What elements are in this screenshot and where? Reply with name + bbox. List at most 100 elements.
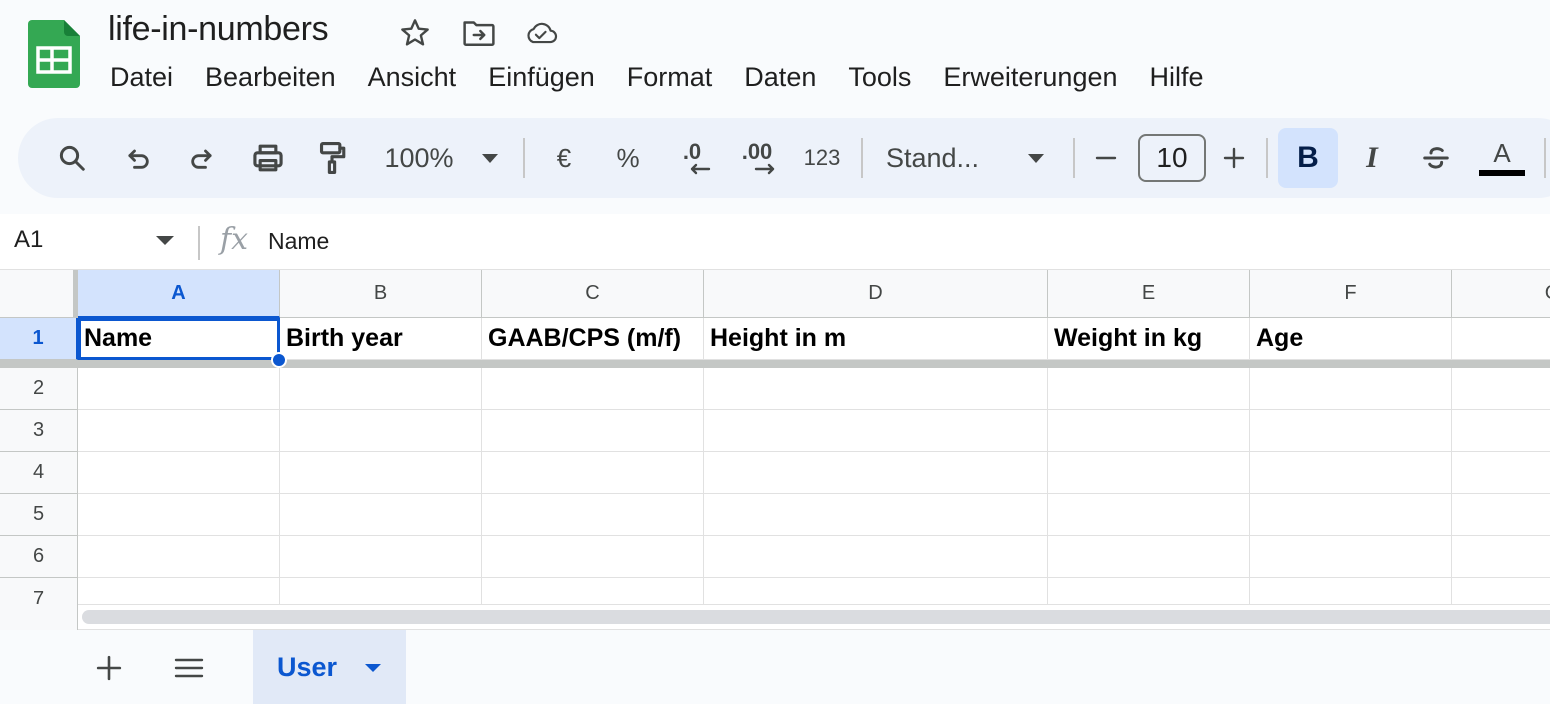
cell-e5[interactable] <box>1048 494 1250 536</box>
cell-b5[interactable] <box>280 494 482 536</box>
column-header-e[interactable]: E <box>1048 270 1250 318</box>
cell-b3[interactable] <box>280 410 482 452</box>
cell-a5[interactable] <box>78 494 280 536</box>
move-to-folder-icon[interactable] <box>462 16 496 50</box>
cell-g1[interactable] <box>1452 318 1550 360</box>
cell-a4[interactable] <box>78 452 280 494</box>
cell-d5[interactable] <box>704 494 1048 536</box>
cell-a6[interactable] <box>78 536 280 578</box>
row-header-6[interactable]: 6 <box>0 536 78 578</box>
cell-f1[interactable]: Age <box>1250 318 1452 360</box>
cell-f6[interactable] <box>1250 536 1452 578</box>
zoom-select[interactable]: 100% <box>380 128 458 188</box>
font-size-input[interactable]: 10 <box>1138 134 1206 182</box>
cell-e6[interactable] <box>1048 536 1250 578</box>
sheets-logo-icon[interactable] <box>28 20 80 88</box>
cell-a3[interactable] <box>78 410 280 452</box>
menu-tools[interactable]: Tools <box>832 58 927 97</box>
cell-b4[interactable] <box>280 452 482 494</box>
cell-a1[interactable]: Name <box>78 318 280 360</box>
star-icon[interactable] <box>398 16 432 50</box>
currency-button[interactable]: € <box>544 128 584 188</box>
cell-d3[interactable] <box>704 410 1048 452</box>
text-color-button[interactable]: A <box>1476 128 1528 188</box>
cell-g6[interactable] <box>1452 536 1550 578</box>
decrease-decimal-button[interactable]: .0 <box>668 128 716 188</box>
formula-input[interactable]: Name <box>268 228 329 255</box>
frozen-row-divider[interactable] <box>0 360 1550 368</box>
cell-c4[interactable] <box>482 452 704 494</box>
cell-d1[interactable]: Height in m <box>704 318 1048 360</box>
menu-bearbeiten[interactable]: Bearbeiten <box>189 58 352 97</box>
column-header-g[interactable]: G <box>1452 270 1550 318</box>
undo-icon[interactable] <box>116 128 160 188</box>
cell-d2[interactable] <box>704 368 1048 410</box>
row-header-4[interactable]: 4 <box>0 452 78 494</box>
cell-d6[interactable] <box>704 536 1048 578</box>
cell-a2[interactable] <box>78 368 280 410</box>
cell-e1[interactable]: Weight in kg <box>1048 318 1250 360</box>
menu-ansicht[interactable]: Ansicht <box>352 58 473 97</box>
cell-g5[interactable] <box>1452 494 1550 536</box>
cell-e3[interactable] <box>1048 410 1250 452</box>
menu-daten[interactable]: Daten <box>728 58 832 97</box>
print-icon[interactable] <box>244 128 292 188</box>
cell-e2[interactable] <box>1048 368 1250 410</box>
redo-icon[interactable] <box>180 128 224 188</box>
cell-f3[interactable] <box>1250 410 1452 452</box>
percent-button[interactable]: % <box>608 128 648 188</box>
decrease-font-size-icon[interactable] <box>1090 128 1122 188</box>
cell-f2[interactable] <box>1250 368 1452 410</box>
column-header-f[interactable]: F <box>1250 270 1452 318</box>
bold-button[interactable]: B <box>1278 128 1338 188</box>
cloud-saved-icon[interactable] <box>524 16 558 50</box>
cell-e4[interactable] <box>1048 452 1250 494</box>
strikethrough-icon[interactable] <box>1412 128 1460 188</box>
cell-f5[interactable] <box>1250 494 1452 536</box>
font-dropdown-icon[interactable] <box>1022 128 1050 188</box>
cell-b2[interactable] <box>280 368 482 410</box>
cell-g4[interactable] <box>1452 452 1550 494</box>
column-header-a[interactable]: A <box>78 270 280 318</box>
number-format-button[interactable]: 123 <box>798 128 846 188</box>
cell-c2[interactable] <box>482 368 704 410</box>
increase-font-size-icon[interactable] <box>1218 128 1250 188</box>
name-box-dropdown-icon[interactable] <box>156 236 174 245</box>
row-header-1[interactable]: 1 <box>0 318 78 360</box>
cell-c5[interactable] <box>482 494 704 536</box>
row-header-3[interactable]: 3 <box>0 410 78 452</box>
cell-g2[interactable] <box>1452 368 1550 410</box>
cell-d4[interactable] <box>704 452 1048 494</box>
cell-b1[interactable]: Birth year <box>280 318 482 360</box>
cell-c1[interactable]: GAAB/CPS (m/f) <box>482 318 704 360</box>
cell-b6[interactable] <box>280 536 482 578</box>
zoom-dropdown-icon[interactable] <box>476 128 504 188</box>
cell-f4[interactable] <box>1250 452 1452 494</box>
menu-erweiterungen[interactable]: Erweiterungen <box>927 58 1133 97</box>
fill-handle[interactable] <box>271 352 287 368</box>
add-sheet-icon[interactable] <box>87 646 131 690</box>
cell-c3[interactable] <box>482 410 704 452</box>
all-sheets-menu-icon[interactable] <box>167 646 211 690</box>
font-family-select[interactable]: Stand... <box>886 128 994 188</box>
document-title[interactable]: life-in-numbers <box>108 10 329 49</box>
column-header-c[interactable]: C <box>482 270 704 318</box>
paint-format-icon[interactable] <box>308 128 356 188</box>
sheet-tab-dropdown-icon[interactable] <box>365 664 381 672</box>
menu-datei[interactable]: Datei <box>94 58 189 97</box>
menu-format[interactable]: Format <box>611 58 729 97</box>
italic-button[interactable]: I <box>1348 128 1396 188</box>
menu-einfuegen[interactable]: Einfügen <box>472 58 611 97</box>
cell-c6[interactable] <box>482 536 704 578</box>
horizontal-scrollbar-thumb[interactable] <box>82 610 1550 624</box>
name-box[interactable]: A1 <box>14 226 43 254</box>
row-header-2[interactable]: 2 <box>0 368 78 410</box>
column-header-b[interactable]: B <box>280 270 482 318</box>
cell-g3[interactable] <box>1452 410 1550 452</box>
row-header-5[interactable]: 5 <box>0 494 78 536</box>
column-header-d[interactable]: D <box>704 270 1048 318</box>
menu-hilfe[interactable]: Hilfe <box>1134 58 1220 97</box>
search-icon[interactable] <box>50 128 94 188</box>
sheet-tab-user[interactable]: User <box>253 630 406 704</box>
select-all-corner[interactable] <box>0 270 78 318</box>
